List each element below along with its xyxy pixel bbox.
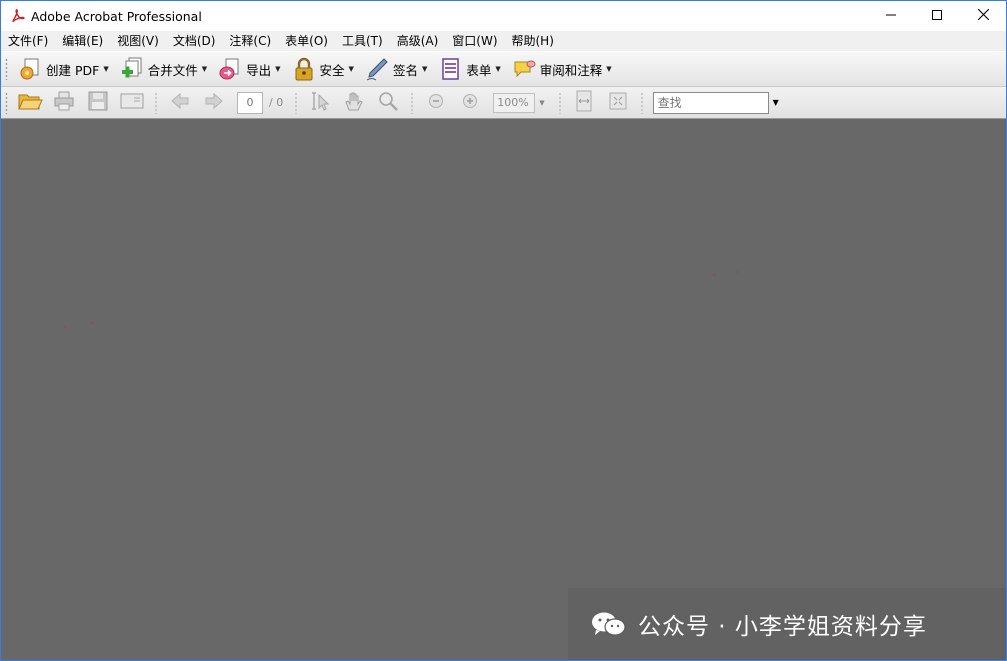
email-button[interactable] xyxy=(119,91,145,115)
find-input[interactable] xyxy=(652,91,769,114)
hand-tool-icon xyxy=(343,90,365,115)
zoom-tool-button[interactable] xyxy=(375,91,401,115)
menu-forms[interactable]: 表单(O) xyxy=(278,31,335,51)
artifact-speck xyxy=(64,326,67,328)
select-tool-icon xyxy=(309,91,331,114)
export-button[interactable]: 导出 ▼ xyxy=(213,54,286,84)
open-folder-icon xyxy=(17,90,43,115)
zoom-out-button[interactable] xyxy=(423,91,449,115)
title-bar: Adobe Acrobat Professional xyxy=(1,1,1006,31)
next-page-icon xyxy=(204,92,224,113)
menu-help[interactable]: 帮助(H) xyxy=(505,31,561,51)
open-button[interactable] xyxy=(17,91,43,115)
previous-page-icon xyxy=(170,92,190,113)
zoom-dropdown-icon[interactable]: ▼ xyxy=(539,99,544,107)
chevron-down-icon: ▼ xyxy=(201,65,208,73)
maximize-icon xyxy=(932,9,942,23)
form-icon xyxy=(437,56,463,82)
sign-button[interactable]: 签名 ▼ xyxy=(360,54,433,84)
page-number-input[interactable]: 0 xyxy=(237,91,263,114)
forms-button[interactable]: 表单 ▼ xyxy=(433,54,506,84)
lock-icon xyxy=(291,56,317,82)
toolbar-separator xyxy=(155,91,157,114)
full-screen-icon xyxy=(608,91,628,114)
toolbar-separator xyxy=(411,91,414,114)
minimize-button[interactable] xyxy=(868,1,914,31)
save-button[interactable] xyxy=(85,91,111,115)
chevron-down-icon: ▼ xyxy=(275,65,281,73)
next-page-button[interactable] xyxy=(201,91,227,115)
wechat-icon xyxy=(590,610,628,638)
chevron-down-icon: ▼ xyxy=(495,65,501,73)
chevron-down-icon: ▼ xyxy=(606,65,612,73)
create-pdf-label: 创建 PDF xyxy=(46,62,100,78)
combine-files-label: 合并文件 xyxy=(147,62,198,78)
review-comment-label: 审阅和注释 xyxy=(539,62,603,78)
create-pdf-icon xyxy=(17,56,43,82)
chevron-down-icon: ▼ xyxy=(348,65,354,73)
task-toolbar: 创建 PDF ▼ 合并文件 ▼ 导出 ▼ 安全 ▼ 签名 ▼ 表单 ▼ 审阅和注… xyxy=(1,51,1006,87)
toolbar-separator xyxy=(295,91,298,114)
export-icon xyxy=(217,56,243,82)
menu-window[interactable]: 窗口(W) xyxy=(445,31,504,51)
combine-files-button[interactable]: 合并文件 ▼ xyxy=(115,54,213,84)
secure-label: 安全 xyxy=(319,62,345,78)
zoom-level-field[interactable]: 100% xyxy=(493,92,536,113)
menu-advanced[interactable]: 高级(A) xyxy=(390,31,446,51)
zoom-in-button[interactable] xyxy=(457,91,483,115)
watermark-text: 公众号 · 小李学姐资料分享 xyxy=(638,614,927,640)
pen-icon xyxy=(364,56,390,82)
menu-view[interactable]: 视图(V) xyxy=(110,31,166,51)
combine-files-icon xyxy=(119,56,145,82)
menu-document[interactable]: 文档(D) xyxy=(166,31,223,51)
zoom-out-icon xyxy=(428,93,444,112)
watermark: 公众号 · 小李学姐资料分享 xyxy=(568,588,1006,660)
artifact-speck xyxy=(713,274,716,276)
previous-page-button[interactable] xyxy=(167,91,193,115)
fit-page-icon xyxy=(574,90,594,115)
minimize-icon xyxy=(886,9,896,23)
create-pdf-button[interactable]: 创建 PDF ▼ xyxy=(13,54,115,84)
export-label: 导出 xyxy=(246,62,272,78)
menu-file[interactable]: 文件(F) xyxy=(1,31,55,51)
menu-edit[interactable]: 编辑(E) xyxy=(55,31,110,51)
standard-toolbar: 0 / 0 100% ▼ 查找 ▼ xyxy=(1,87,1006,119)
close-icon xyxy=(977,8,989,23)
chevron-down-icon: ▼ xyxy=(103,65,109,73)
window-controls xyxy=(868,1,1006,31)
zoom-tool-icon xyxy=(377,90,399,115)
toolbar-separator xyxy=(558,91,561,114)
toolbar-grip[interactable] xyxy=(5,58,8,80)
save-icon xyxy=(88,91,108,114)
close-button[interactable] xyxy=(960,1,1006,31)
toolbar-grip[interactable] xyxy=(5,91,8,114)
fit-page-button[interactable] xyxy=(571,90,597,115)
page-total: / 0 xyxy=(269,96,284,109)
print-icon xyxy=(53,91,75,114)
comment-icon xyxy=(511,56,537,82)
hand-tool-button[interactable] xyxy=(341,91,367,115)
document-workspace[interactable]: 公众号 · 小李学姐资料分享 xyxy=(1,119,1006,660)
window-title: Adobe Acrobat Professional xyxy=(31,8,202,24)
maximize-button[interactable] xyxy=(914,1,960,31)
zoom-in-icon xyxy=(462,93,478,112)
review-comment-button[interactable]: 审阅和注释 ▼ xyxy=(507,54,618,84)
menu-bar: 文件(F) 编辑(E) 视图(V) 文档(D) 注释(C) 表单(O) 工具(T… xyxy=(1,31,1006,51)
artifact-speck xyxy=(91,322,94,324)
find-dropdown-icon[interactable]: ▼ xyxy=(773,98,779,107)
menu-tools[interactable]: 工具(T) xyxy=(335,31,390,51)
menu-comments[interactable]: 注释(C) xyxy=(222,31,278,51)
select-tool-button[interactable] xyxy=(307,91,333,115)
secure-button[interactable]: 安全 ▼ xyxy=(287,54,360,84)
full-screen-button[interactable] xyxy=(605,91,631,115)
print-button[interactable] xyxy=(51,91,77,115)
acrobat-window: Adobe Acrobat Professional 文件(F) 编辑(E) 视… xyxy=(0,0,1007,661)
chevron-down-icon: ▼ xyxy=(421,65,428,73)
toolbar-separator xyxy=(640,91,643,114)
email-icon xyxy=(120,92,144,113)
pdf-logo-icon xyxy=(10,8,26,24)
artifact-speck xyxy=(735,271,738,273)
forms-label: 表单 xyxy=(466,62,492,78)
sign-label: 签名 xyxy=(392,62,418,78)
